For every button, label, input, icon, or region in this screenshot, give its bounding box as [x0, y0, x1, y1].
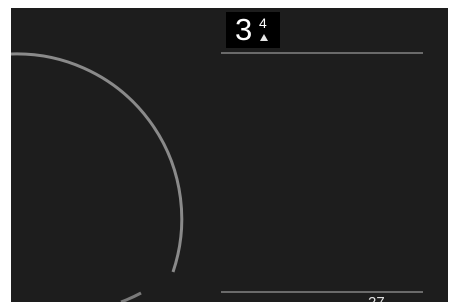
bottom-value: 27 — [368, 295, 385, 303]
value-superscript: 4 — [259, 15, 267, 31]
display-screen: 3 4 27 — [11, 8, 448, 302]
value-main: 3 — [235, 12, 253, 47]
value-readout: 3 4 — [226, 12, 280, 48]
triangle-up-icon — [260, 34, 268, 41]
divider-top — [221, 52, 423, 54]
divider-bottom — [221, 291, 423, 293]
